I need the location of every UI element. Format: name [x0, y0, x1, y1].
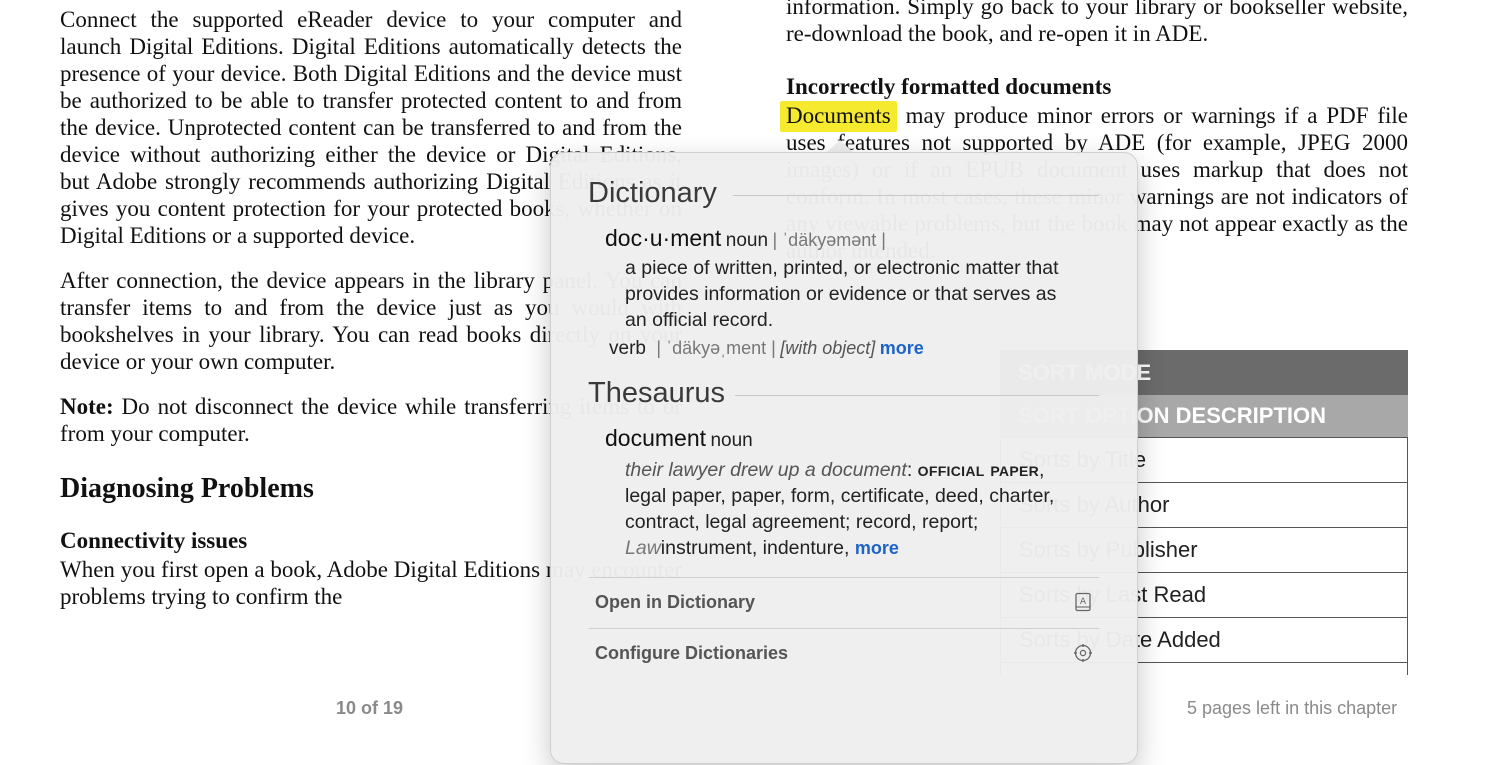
definition: a piece of written, printed, or electron…: [625, 257, 1059, 331]
configure-dictionaries-button[interactable]: Configure Dictionaries: [595, 643, 1095, 664]
thesaurus-body: their lawyer drew up a document: officia…: [625, 457, 1073, 561]
dictionary-entry-header: doc·u·ment noun | ˈdäkyəmənt |: [605, 225, 886, 252]
divider: [589, 628, 1099, 629]
lead-synonym: official paper: [917, 459, 1040, 481]
note-label: Note:: [60, 394, 114, 419]
synonyms: instrument, indenture,: [660, 537, 855, 559]
thesaurus-entry-header: document noun: [605, 425, 753, 452]
divider: [589, 577, 1099, 578]
headword: doc·u·ment: [605, 225, 722, 251]
svg-text:A: A: [1080, 597, 1087, 607]
highlighted-word[interactable]: Documents: [780, 101, 897, 132]
paragraph: information. Simply go back to your libr…: [786, 0, 1408, 46]
colon: :: [906, 459, 918, 481]
page-counter: 10 of 19: [336, 698, 404, 718]
register-label: Law: [625, 537, 661, 559]
dictionary-title: Dictionary: [588, 177, 717, 209]
divider: [733, 195, 1099, 196]
lookup-popover: Dictionary doc·u·ment noun | ˈdäkyəmənt …: [550, 152, 1138, 764]
thesaurus-pos: noun: [710, 430, 753, 451]
verb-pronunciation: | ˈdäkyəˌment |: [656, 338, 776, 358]
configure-dictionaries-label: Configure Dictionaries: [595, 643, 789, 663]
dictionary-book-icon: A: [1075, 592, 1091, 612]
pages-left-label: 5 pages left in this chapter: [1187, 698, 1398, 718]
verb-entry: verb | ˈdäkyəˌment | [with object] more: [609, 338, 924, 360]
more-link[interactable]: more: [855, 538, 899, 558]
pronunciation: | ˈdäkyəmənt |: [772, 230, 886, 250]
verb-note: [with object]: [780, 338, 876, 358]
thesaurus-title: Thesaurus: [588, 377, 726, 409]
subsection-heading: Incorrectly formatted documents: [786, 74, 1112, 99]
part-of-speech: noun: [725, 230, 769, 251]
more-link[interactable]: more: [880, 338, 924, 358]
gear-icon: [1074, 644, 1092, 662]
thesaurus-word: document: [605, 425, 707, 451]
usage-example: their lawyer drew up a document: [625, 459, 907, 481]
open-in-dictionary-button[interactable]: Open in Dictionary: [595, 592, 1095, 613]
divider: [735, 395, 1099, 396]
verb-pos: verb: [609, 338, 646, 359]
open-in-dictionary-label: Open in Dictionary: [595, 592, 756, 612]
